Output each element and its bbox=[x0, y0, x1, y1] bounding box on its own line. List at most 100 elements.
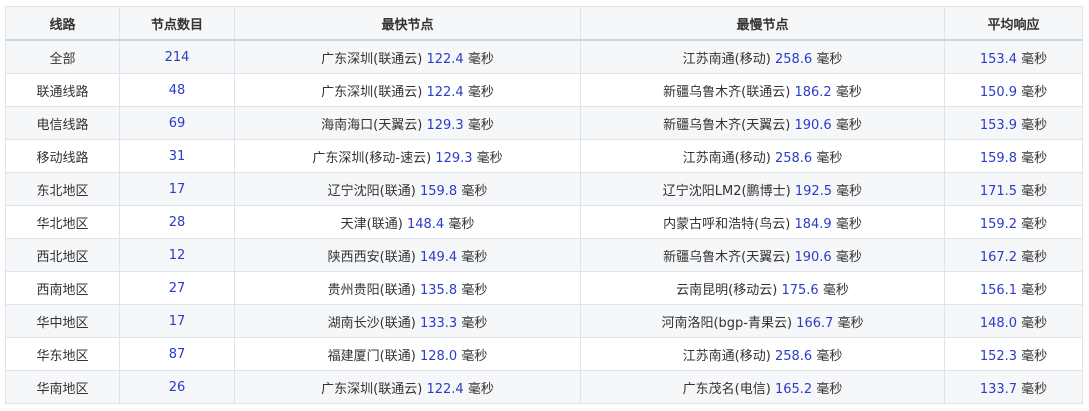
cell-fastest-node: 海南海口(天翼云) 129.3 毫秒 bbox=[234, 106, 581, 140]
latency-value: 190.6 bbox=[794, 249, 832, 265]
cell-average: 159.2 毫秒 bbox=[944, 205, 1083, 239]
latency-value: 184.9 bbox=[794, 216, 832, 232]
latency-value: 128.0 bbox=[419, 348, 458, 364]
table-body: 全部 214 广东深圳(联通云) 122.4 毫秒 江苏南通(移动) 258.6 毫秒… bbox=[5, 39, 1083, 404]
cell-route: 华北地区 bbox=[5, 205, 120, 239]
latency-value: 122.4 bbox=[426, 381, 464, 397]
latency-value: 186.2 bbox=[794, 84, 832, 100]
node-name: 天津(联通) bbox=[340, 216, 403, 232]
latency-unit: 毫秒 bbox=[461, 315, 488, 331]
latency-table-container: 线路 节点数目 最快节点 最慢节点 平均响应 全部 214 广东深圳(联通云) 12… bbox=[5, 6, 1083, 404]
node-name: 广东深圳(联通云) bbox=[321, 84, 423, 100]
latency-value: 149.4 bbox=[419, 249, 458, 265]
cell-average: 156.1 毫秒 bbox=[944, 271, 1083, 305]
average-value: 152.3 bbox=[979, 348, 1018, 364]
node-name: 内蒙古呼和浩特(鸟云) bbox=[663, 216, 791, 232]
latency-value: 258.6 bbox=[774, 51, 813, 67]
cell-node-count: 26 bbox=[119, 370, 235, 404]
latency-unit: 毫秒 bbox=[461, 348, 488, 364]
table-row: 电信线路 69 海南海口(天翼云) 129.3 毫秒 新疆乌鲁木齐(天翼云) 190.… bbox=[5, 106, 1083, 140]
cell-fastest-node: 广东深圳(联通云) 122.4 毫秒 bbox=[234, 39, 581, 74]
table-row: 华中地区 17 湖南长沙(联通) 133.3 毫秒 河南洛阳(bgp-青果云) 166… bbox=[5, 304, 1083, 338]
header-row: 线路 节点数目 最快节点 最慢节点 平均响应 bbox=[5, 6, 1083, 41]
latency-unit: 毫秒 bbox=[835, 117, 862, 133]
cell-fastest-node: 辽宁沈阳(联通) 159.8 毫秒 bbox=[234, 172, 581, 206]
latency-unit: 毫秒 bbox=[467, 117, 494, 133]
average-unit: 毫秒 bbox=[1021, 249, 1048, 265]
header-slowest: 最慢节点 bbox=[580, 6, 945, 41]
node-name: 海南海口(天翼云) bbox=[321, 117, 423, 133]
cell-route: 电信线路 bbox=[5, 106, 120, 140]
latency-unit: 毫秒 bbox=[816, 150, 843, 166]
average-value: 148.0 bbox=[979, 315, 1018, 331]
cell-node-count: 31 bbox=[119, 139, 235, 173]
latency-value: 175.6 bbox=[781, 282, 819, 298]
cell-fastest-node: 广东深圳(联通云) 122.4 毫秒 bbox=[234, 73, 581, 107]
cell-average: 171.5 毫秒 bbox=[944, 172, 1083, 206]
table-row: 西南地区 27 贵州贵阳(联通) 135.8 毫秒 云南昆明(移动云) 175.6 毫… bbox=[5, 271, 1083, 305]
cell-route: 联通线路 bbox=[5, 73, 120, 107]
table-row: 移动线路 31 广东深圳(移动-速云) 129.3 毫秒 江苏南通(移动) 258.6… bbox=[5, 139, 1083, 173]
latency-unit: 毫秒 bbox=[835, 216, 862, 232]
latency-value: 129.3 bbox=[435, 150, 473, 166]
latency-unit: 毫秒 bbox=[467, 51, 494, 67]
cell-average: 148.0 毫秒 bbox=[944, 304, 1083, 338]
cell-route: 移动线路 bbox=[5, 139, 120, 173]
node-name: 广东深圳(联通云) bbox=[321, 381, 423, 397]
latency-value: 166.7 bbox=[796, 315, 834, 331]
cell-slowest-node: 新疆乌鲁木齐(天翼云) 190.6 毫秒 bbox=[580, 238, 945, 272]
average-value: 156.1 bbox=[979, 282, 1018, 298]
cell-slowest-node: 江苏南通(移动) 258.6 毫秒 bbox=[580, 139, 945, 173]
node-name: 新疆乌鲁木齐(天翼云) bbox=[663, 249, 791, 265]
latency-unit: 毫秒 bbox=[461, 249, 488, 265]
cell-node-count: 28 bbox=[119, 205, 235, 239]
average-value: 159.2 bbox=[979, 216, 1018, 232]
node-name: 广东深圳(移动-速云) bbox=[312, 150, 432, 166]
table-row: 东北地区 17 辽宁沈阳(联通) 159.8 毫秒 辽宁沈阳LM2(鹏博士) 192.… bbox=[5, 172, 1083, 206]
cell-route: 全部 bbox=[5, 39, 120, 74]
cell-slowest-node: 河南洛阳(bgp-青果云) 166.7 毫秒 bbox=[580, 304, 945, 338]
node-name: 湖南长沙(联通) bbox=[327, 315, 416, 331]
latency-unit: 毫秒 bbox=[816, 51, 843, 67]
latency-unit: 毫秒 bbox=[461, 183, 488, 199]
cell-average: 159.8 毫秒 bbox=[944, 139, 1083, 173]
latency-value: 258.6 bbox=[774, 348, 813, 364]
node-name: 贵州贵阳(联通) bbox=[327, 282, 416, 298]
cell-fastest-node: 广东深圳(移动-速云) 129.3 毫秒 bbox=[234, 139, 581, 173]
cell-route: 东北地区 bbox=[5, 172, 120, 206]
table-row: 全部 214 广东深圳(联通云) 122.4 毫秒 江苏南通(移动) 258.6 毫秒… bbox=[5, 39, 1083, 74]
header-route: 线路 bbox=[5, 6, 120, 41]
average-value: 167.2 bbox=[979, 249, 1018, 265]
latency-value: 192.5 bbox=[794, 183, 833, 199]
latency-unit: 毫秒 bbox=[835, 84, 862, 100]
average-unit: 毫秒 bbox=[1021, 51, 1048, 67]
average-unit: 毫秒 bbox=[1021, 216, 1048, 232]
node-name: 江苏南通(移动) bbox=[682, 51, 771, 67]
latency-value: 165.2 bbox=[774, 381, 813, 397]
cell-slowest-node: 内蒙古呼和浩特(鸟云) 184.9 毫秒 bbox=[580, 205, 945, 239]
cell-node-count: 87 bbox=[119, 337, 235, 371]
cell-node-count: 17 bbox=[119, 304, 235, 338]
cell-slowest-node: 云南昆明(移动云) 175.6 毫秒 bbox=[580, 271, 945, 305]
latency-value: 135.8 bbox=[419, 282, 458, 298]
cell-average: 153.9 毫秒 bbox=[944, 106, 1083, 140]
latency-unit: 毫秒 bbox=[467, 381, 494, 397]
table-row: 西北地区 12 陕西西安(联通) 149.4 毫秒 新疆乌鲁木齐(天翼云) 190.6… bbox=[5, 238, 1083, 272]
average-unit: 毫秒 bbox=[1021, 381, 1048, 397]
header-average: 平均响应 bbox=[944, 6, 1083, 41]
cell-node-count: 69 bbox=[119, 106, 235, 140]
latency-table: 线路 节点数目 最快节点 最慢节点 平均响应 全部 214 广东深圳(联通云) 12… bbox=[5, 6, 1083, 404]
table-row: 华北地区 28 天津(联通) 148.4 毫秒 内蒙古呼和浩特(鸟云) 184.9 毫… bbox=[5, 205, 1083, 239]
average-value: 171.5 bbox=[979, 183, 1018, 199]
cell-slowest-node: 江苏南通(移动) 258.6 毫秒 bbox=[580, 39, 945, 74]
cell-average: 152.3 毫秒 bbox=[944, 337, 1083, 371]
latency-unit: 毫秒 bbox=[816, 348, 843, 364]
cell-node-count: 48 bbox=[119, 73, 235, 107]
cell-route: 华东地区 bbox=[5, 337, 120, 371]
cell-average: 150.9 毫秒 bbox=[944, 73, 1083, 107]
average-unit: 毫秒 bbox=[1021, 117, 1048, 133]
latency-value: 190.6 bbox=[794, 117, 832, 133]
node-name: 云南昆明(移动云) bbox=[676, 282, 778, 298]
average-unit: 毫秒 bbox=[1021, 348, 1048, 364]
cell-slowest-node: 新疆乌鲁木齐(联通云) 186.2 毫秒 bbox=[580, 73, 945, 107]
